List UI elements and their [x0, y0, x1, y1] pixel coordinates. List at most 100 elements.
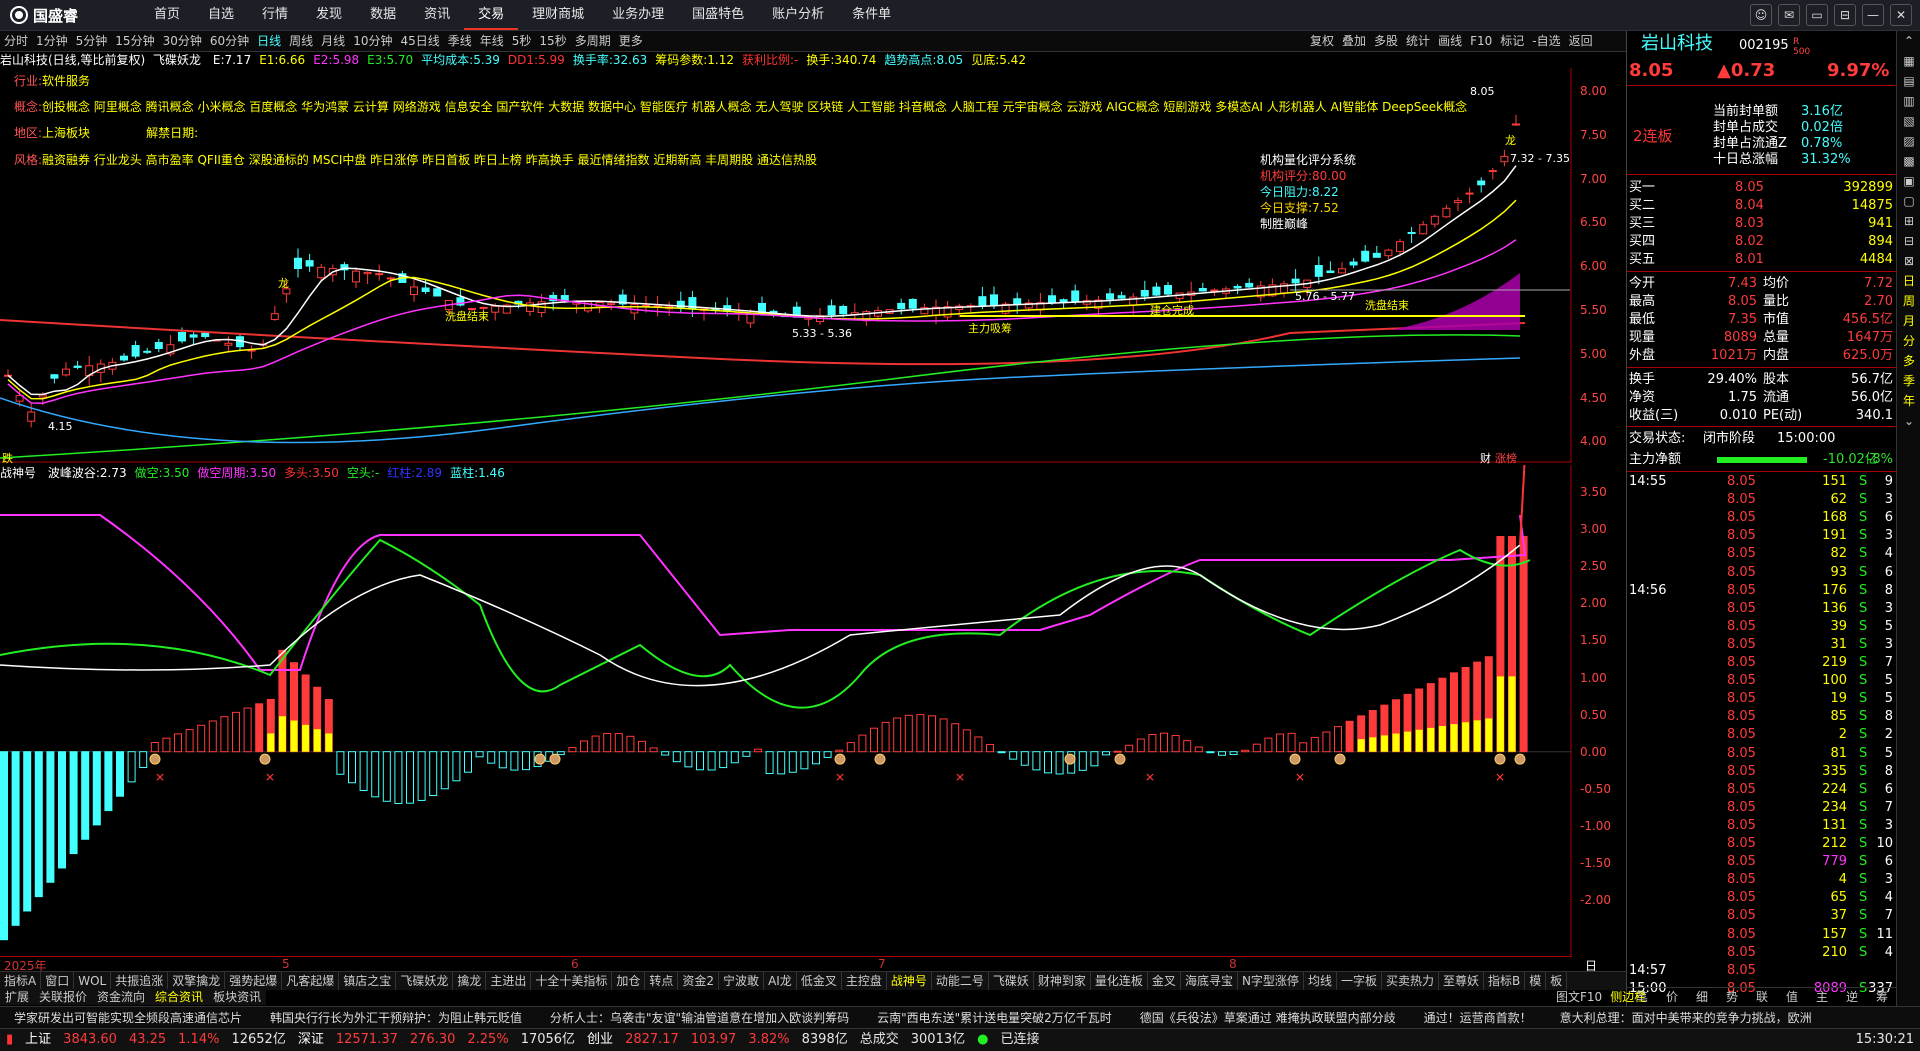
nav-item-2[interactable]: 行情: [248, 0, 302, 30]
news-item[interactable]: 意大利总理：面对中美带来的竞争力挑战，欧洲: [1546, 1007, 1826, 1029]
side-tool-icon-12[interactable]: 日: [1897, 271, 1920, 291]
nav-item-10[interactable]: 账户分析: [758, 0, 838, 30]
ind-tab-32[interactable]: 模: [1525, 972, 1547, 990]
index-name[interactable]: 深证: [292, 1029, 330, 1051]
side-tool-icon-17[interactable]: 季: [1897, 371, 1920, 391]
side-tool-icon-15[interactable]: 分: [1897, 331, 1920, 351]
side-tool-icon-14[interactable]: 月: [1897, 311, 1920, 331]
side-tool-icon-19[interactable]: ⌄: [1897, 411, 1920, 431]
ind-tab-9[interactable]: 擒龙: [453, 972, 487, 990]
side-tool-icon-5[interactable]: ▨: [1897, 131, 1920, 151]
side-tool-icon-10[interactable]: ⊟: [1897, 231, 1920, 251]
sub-indicator-chart[interactable]: ✕ ✕ ✕ ✕ ✕ ✕ ✕: [0, 465, 1572, 956]
nav-item-3[interactable]: 发现: [302, 0, 356, 30]
ind-tab-29[interactable]: 买卖热力: [1382, 972, 1439, 990]
app-logo[interactable]: 国盛睿: [10, 5, 78, 25]
period-14[interactable]: 15秒: [535, 31, 570, 51]
nav-item-0[interactable]: 首页: [140, 0, 194, 30]
bottom-tab-0[interactable]: 扩展: [0, 989, 34, 1005]
index-name[interactable]: 上证: [19, 1029, 57, 1051]
side-tab-6[interactable]: 主: [1807, 988, 1837, 1006]
footer-r2[interactable]: 涨榜: [1495, 450, 1517, 466]
rb-tab-0[interactable]: 图文F10: [1552, 989, 1606, 1005]
side-tab-1[interactable]: 价: [1657, 988, 1687, 1006]
window-button-3[interactable]: ⊟: [1834, 4, 1856, 26]
ind-tab-21[interactable]: 飞碟妖: [989, 972, 1034, 990]
side-tab-7[interactable]: 逆: [1837, 988, 1867, 1006]
ind-tab-16[interactable]: AI龙: [764, 972, 797, 990]
side-tool-icon-16[interactable]: 多: [1897, 351, 1920, 371]
bottom-tab-3[interactable]: 综合资讯: [150, 989, 208, 1005]
tool-5[interactable]: F10: [1466, 31, 1496, 51]
nav-item-7[interactable]: 理财商城: [518, 0, 598, 30]
ind-tab-18[interactable]: 主控盘: [842, 972, 887, 990]
period-4[interactable]: 30分钟: [159, 31, 206, 51]
side-tab-5[interactable]: 值: [1777, 988, 1807, 1006]
ind-tab-14[interactable]: 资金2: [678, 972, 720, 990]
period-6[interactable]: 日线: [253, 31, 285, 51]
period-8[interactable]: 月线: [317, 31, 349, 51]
period-12[interactable]: 年线: [476, 31, 508, 51]
side-tool-icon-0[interactable]: ⌃: [1897, 31, 1920, 51]
ind-tab-28[interactable]: 一字板: [1337, 972, 1382, 990]
window-button-5[interactable]: ✕: [1890, 4, 1912, 26]
tool-0[interactable]: 复权: [1306, 31, 1338, 51]
indicator-name[interactable]: 飞碟妖龙: [153, 53, 201, 67]
news-item[interactable]: 德国《兵役法》草案通过 难掩执政联盟内部分歧: [1126, 1007, 1410, 1029]
period-2[interactable]: 5分钟: [72, 31, 112, 51]
candlestick-chart[interactable]: [0, 68, 1572, 463]
period-3[interactable]: 15分钟: [111, 31, 158, 51]
tool-7[interactable]: -自选: [1528, 31, 1564, 51]
period-15[interactable]: 多周期: [571, 31, 615, 51]
side-tab-8[interactable]: 筹: [1867, 988, 1897, 1006]
news-item[interactable]: 云南"西电东送"累计送电量突破2万亿千瓦时: [863, 1007, 1126, 1029]
ind-tab-15[interactable]: 宁波敢: [719, 972, 765, 990]
side-tool-icon-1[interactable]: ▦: [1897, 51, 1920, 71]
period-16[interactable]: 更多: [615, 31, 647, 51]
window-button-4[interactable]: —: [1862, 4, 1884, 26]
period-1[interactable]: 1分钟: [32, 31, 72, 51]
footer-r1[interactable]: 财: [1480, 450, 1491, 466]
ind-tab-8[interactable]: 飞碟妖龙: [396, 972, 454, 990]
tool-3[interactable]: 统计: [1402, 31, 1434, 51]
period-10[interactable]: 45日线: [396, 31, 443, 51]
ind-tab-7[interactable]: 镇店之宝: [339, 972, 397, 990]
tool-6[interactable]: 标记: [1496, 31, 1528, 51]
news-item[interactable]: 学家研发出可智能实现全频段高速通信芯片: [0, 1007, 256, 1029]
side-tool-icon-13[interactable]: 周: [1897, 291, 1920, 311]
side-tool-icon-8[interactable]: ▢: [1897, 191, 1920, 211]
ind-tab-20[interactable]: 动能二号: [932, 972, 989, 990]
nav-item-6[interactable]: 交易: [464, 0, 519, 30]
period-5[interactable]: 60分钟: [206, 31, 253, 51]
period-11[interactable]: 季线: [444, 31, 476, 51]
news-item[interactable]: 通过！运营商首款！: [1410, 1007, 1546, 1029]
window-button-0[interactable]: ☺: [1750, 4, 1772, 26]
index-name[interactable]: 创业: [581, 1029, 619, 1051]
tool-2[interactable]: 多股: [1370, 31, 1402, 51]
ind-tab-26[interactable]: N字型涨停: [1238, 972, 1304, 990]
news-item[interactable]: 韩国央行行长为外汇干预辩护：为阻止韩元贬值: [256, 1007, 536, 1029]
ind-tab-0[interactable]: 指标A: [0, 972, 42, 990]
side-tab-3[interactable]: 势: [1717, 988, 1747, 1006]
ind-tab-12[interactable]: 加仓: [612, 972, 646, 990]
side-tab-4[interactable]: 联: [1747, 988, 1777, 1006]
period-0[interactable]: 分时: [0, 31, 32, 51]
period-7[interactable]: 周线: [285, 31, 317, 51]
tool-4[interactable]: 画线: [1434, 31, 1466, 51]
ind-tab-13[interactable]: 转点: [645, 972, 679, 990]
side-tab-2[interactable]: 细: [1687, 988, 1717, 1006]
news-item[interactable]: 分析人士：乌袭击"友谊"输油管道意在增加入欧谈判筹码: [536, 1007, 863, 1029]
ind-tab-6[interactable]: 凡客起爆: [282, 972, 340, 990]
ind-tab-22[interactable]: 财神到家: [1034, 972, 1091, 990]
tool-1[interactable]: 叠加: [1338, 31, 1370, 51]
window-button-1[interactable]: ✉: [1778, 4, 1800, 26]
side-tool-icon-4[interactable]: ▧: [1897, 111, 1920, 131]
ind-tab-25[interactable]: 海底寻宝: [1181, 972, 1238, 990]
nav-item-11[interactable]: 条件单: [838, 0, 905, 30]
period-13[interactable]: 5秒: [508, 31, 536, 51]
ind-tab-11[interactable]: 十全十美指标: [531, 972, 613, 990]
ind-tab-23[interactable]: 量化连板: [1091, 972, 1148, 990]
ind-tab-2[interactable]: WOL: [74, 972, 112, 990]
side-tool-icon-3[interactable]: ▥: [1897, 91, 1920, 111]
bottom-tab-4[interactable]: 板块资讯: [208, 989, 266, 1005]
